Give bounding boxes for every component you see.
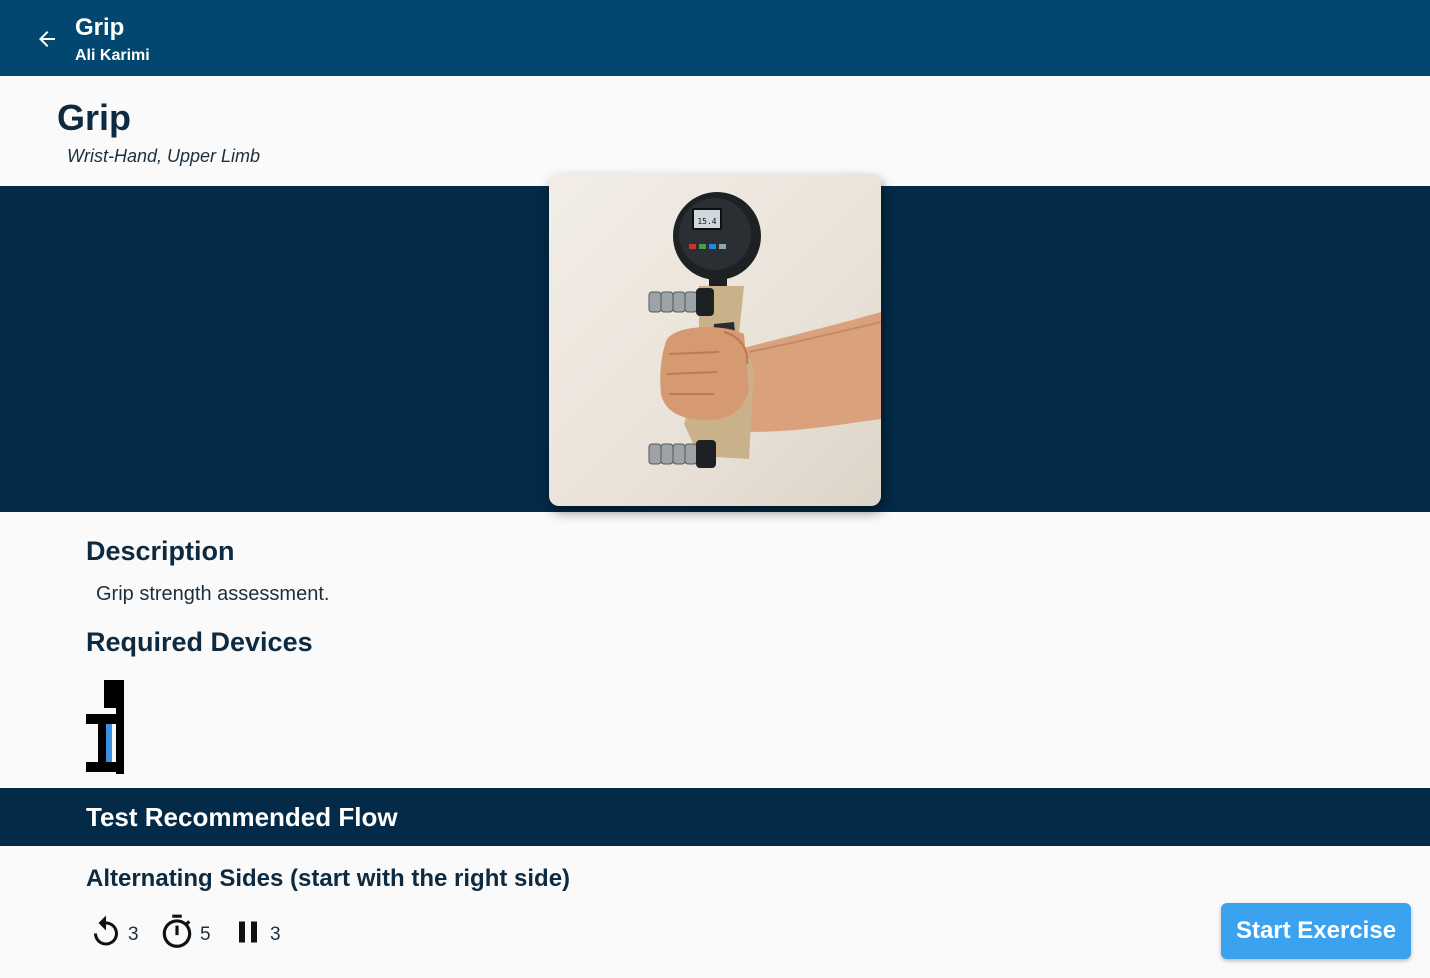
dynamometer-icon: [84, 678, 128, 776]
svg-text:15.4: 15.4: [697, 217, 716, 226]
exercise-header: Grip Wrist-Hand, Upper Limb: [0, 76, 1430, 186]
page-subtitle: Wrist-Hand, Upper Limb: [67, 146, 261, 166]
app-bar: Grip Ali Karimi: [0, 0, 1430, 76]
rest-value: 3: [270, 924, 281, 945]
start-exercise-button[interactable]: Start Exercise: [1221, 903, 1411, 959]
app-bar-title: Grip: [75, 14, 125, 41]
replay-icon: [94, 915, 118, 946]
repetitions-value: 3: [128, 924, 139, 945]
rest-stat: 3: [230, 912, 281, 952]
app-bar-subtitle: Ali Karimi: [75, 47, 150, 64]
pause-icon: [239, 921, 257, 943]
flow-mode: Alternating Sides (start with the right …: [86, 865, 571, 892]
arrow-left-icon: [39, 31, 55, 47]
description-text: Grip strength assessment.: [96, 583, 330, 605]
hand-dynamometer-illustration: 15.4: [648, 192, 881, 468]
timer-icon: [162, 914, 192, 948]
page-title: Grip: [57, 97, 132, 138]
repetitions-stat: 3: [88, 912, 139, 952]
hero-band: 15.4: [0, 174, 1430, 512]
duration-value: 5: [200, 924, 211, 945]
flow-heading: Test Recommended Flow: [86, 802, 398, 832]
required-devices-heading: Required Devices: [86, 627, 313, 657]
flow-section-bar: Test Recommended Flow: [0, 788, 1430, 846]
back-button[interactable]: [30, 22, 64, 56]
exercise-image: 15.4: [549, 174, 881, 506]
duration-stat: 5: [158, 912, 211, 952]
description-heading: Description: [86, 536, 235, 566]
